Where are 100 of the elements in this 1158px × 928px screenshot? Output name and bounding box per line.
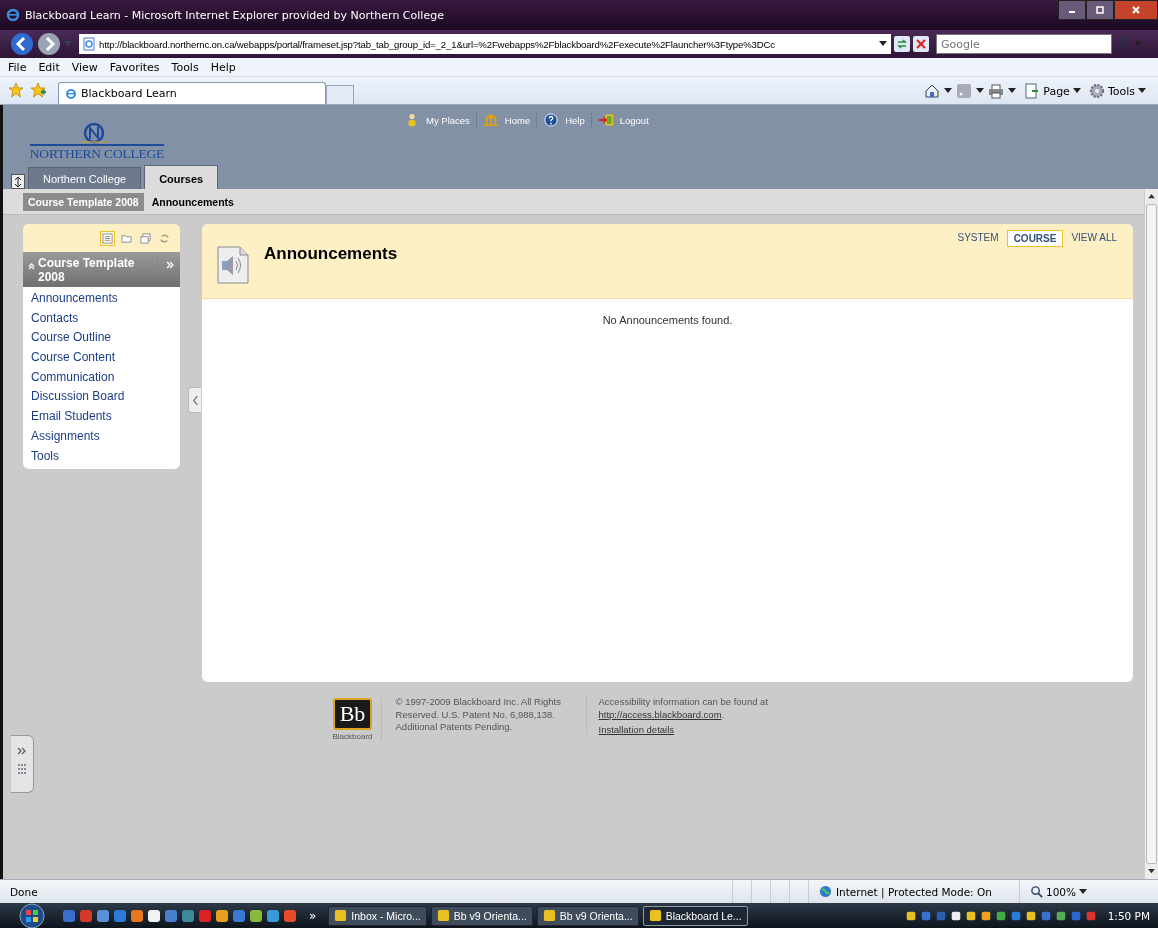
scroll-down-icon[interactable] (1148, 869, 1155, 874)
course-menu-link[interactable]: Assignments (31, 428, 100, 443)
resize-handle[interactable] (11, 174, 25, 189)
filter-tab[interactable]: SYSTEM (951, 230, 1005, 247)
taskbar-button[interactable]: Bb v9 Orienta... (536, 905, 639, 926)
portal-tab[interactable]: Courses (144, 165, 219, 189)
globe-icon (819, 885, 832, 898)
gear-icon (1088, 83, 1105, 99)
address-field[interactable]: http://blackboard.northernc.on.ca/webapps/portal/frameset.jsp?tab_tab_group_id=_2_1&url=%2Fwebapps%2Fblackboard%2Fexecute%2Flauncher%3Ftype%3DCc (79, 34, 891, 54)
minimize-button[interactable] (1058, 0, 1086, 20)
stop-button[interactable] (913, 36, 929, 52)
maximize-icon (1095, 5, 1105, 15)
scrollbar[interactable] (1144, 189, 1158, 879)
app-icon[interactable] (249, 908, 263, 923)
page-icon (83, 37, 95, 51)
caret-icon (1138, 88, 1146, 94)
course-menu-link[interactable]: Discussion Board (31, 389, 125, 404)
printer-icon[interactable] (988, 83, 1005, 99)
blackboard-logo: Bb (332, 698, 373, 730)
star-icon[interactable] (8, 82, 24, 98)
menu-item[interactable]: Tools (171, 60, 199, 74)
page-title: Announcements (264, 244, 398, 264)
app-icon[interactable] (130, 908, 144, 923)
window-title: Blackboard Learn - Microsoft Internet Explorer provided by Northern College (25, 8, 444, 22)
taskbar-button[interactable]: Inbox - Micro... (328, 905, 427, 926)
command-button[interactable]: Tools (1088, 83, 1146, 99)
app-icon[interactable] (215, 908, 229, 923)
copyright-text: © 1997-2009 Blackboard Inc. All Rights Reserved. U.S. Patent No. 6,988,138. Additional Patents Pending. (381, 696, 587, 734)
window-icon (334, 909, 348, 922)
course-title: Course Template 2008 (38, 256, 136, 284)
breadcrumb: Announcements (151, 195, 234, 208)
browser-tab[interactable]: Blackboard Learn (58, 82, 326, 104)
ie-icon (6, 8, 20, 22)
menu-item[interactable]: Help (210, 60, 236, 74)
expand-icon[interactable] (157, 256, 174, 272)
college-logo-icon (79, 122, 109, 144)
scroll-thumb[interactable] (1146, 204, 1157, 864)
back-button[interactable] (10, 32, 34, 56)
course-title-bar[interactable]: Course Template 2008 (23, 252, 180, 287)
course-menu-link[interactable]: Announcements (31, 291, 118, 305)
tray-icon[interactable] (949, 909, 962, 922)
side-handle[interactable] (11, 735, 34, 793)
ie-icon (65, 86, 77, 101)
accessibility-text: Accessibility information can be found at http://access.blackboard.com. (598, 696, 770, 721)
filter-tab[interactable]: VIEW ALL (1065, 230, 1123, 247)
header-link-label: My Places (426, 114, 470, 126)
help-icon (543, 113, 560, 127)
home-icon[interactable] (924, 83, 941, 99)
header-link-label: Logout (619, 114, 649, 126)
course-menu-link[interactable]: Email Students (31, 409, 112, 424)
caret-icon[interactable] (1008, 88, 1017, 94)
clock: 1:50 PM (1107, 909, 1150, 922)
add-favorite-icon[interactable] (30, 82, 46, 98)
caret-icon[interactable] (944, 88, 953, 94)
menu-item[interactable]: Edit (38, 60, 60, 74)
refresh-button[interactable] (894, 36, 910, 52)
tray-icon[interactable] (1024, 909, 1037, 922)
empty-message: No Announcements found. (601, 314, 734, 326)
portal-tab[interactable]: Northern College (28, 167, 142, 189)
window-icon (542, 909, 556, 922)
collapse-handle[interactable] (188, 387, 201, 413)
taskbar-button[interactable]: Blackboard Le... (642, 905, 748, 926)
caret-icon (879, 41, 887, 47)
menu-item[interactable]: View (71, 60, 98, 74)
header-link-label: Home (504, 114, 531, 126)
course-menu-link[interactable]: Course Outline (31, 330, 112, 345)
forward-button[interactable] (37, 32, 61, 56)
app-icon[interactable] (147, 908, 161, 923)
tray-icon[interactable] (979, 909, 992, 922)
accessibility-link[interactable]: http://access.blackboard.com (598, 708, 722, 720)
search-field[interactable]: Google (936, 34, 1112, 54)
logout-icon (597, 113, 614, 127)
magnifier-icon (1030, 885, 1043, 898)
window-icon (436, 909, 450, 922)
maximize-button[interactable] (1086, 0, 1114, 20)
tray-icon[interactable] (904, 909, 917, 922)
list-view-icon[interactable] (100, 230, 115, 246)
scroll-up-icon[interactable] (1148, 194, 1155, 199)
taskbar-button[interactable]: Bb v9 Orienta... (430, 905, 533, 926)
installation-link[interactable]: Installation details (598, 724, 784, 737)
status-text: Done (9, 885, 39, 898)
window-view-icon[interactable] (138, 230, 153, 246)
caret-icon (1079, 888, 1088, 895)
close-button[interactable] (1114, 0, 1158, 20)
tray-icon[interactable] (994, 909, 1007, 922)
caret-icon[interactable] (976, 88, 985, 94)
more-button[interactable]: » (301, 908, 325, 923)
course-menu-link[interactable]: Tools (31, 448, 59, 463)
header-link-label: Help (565, 114, 585, 126)
tray-icon[interactable] (964, 909, 977, 922)
menu-item[interactable]: Favorites (109, 60, 160, 74)
filter-tab[interactable]: COURSE (1006, 230, 1064, 247)
command-button[interactable]: Page (1024, 83, 1081, 99)
course-menu-link[interactable]: Contacts (31, 310, 79, 325)
resize-icon (13, 175, 23, 188)
tray-icon[interactable] (1054, 909, 1067, 922)
course-menu-link[interactable]: Communication (31, 369, 115, 384)
course-menu-link[interactable]: Course Content (31, 350, 116, 365)
menu-item[interactable]: File (8, 60, 27, 74)
close-icon (1131, 5, 1141, 15)
